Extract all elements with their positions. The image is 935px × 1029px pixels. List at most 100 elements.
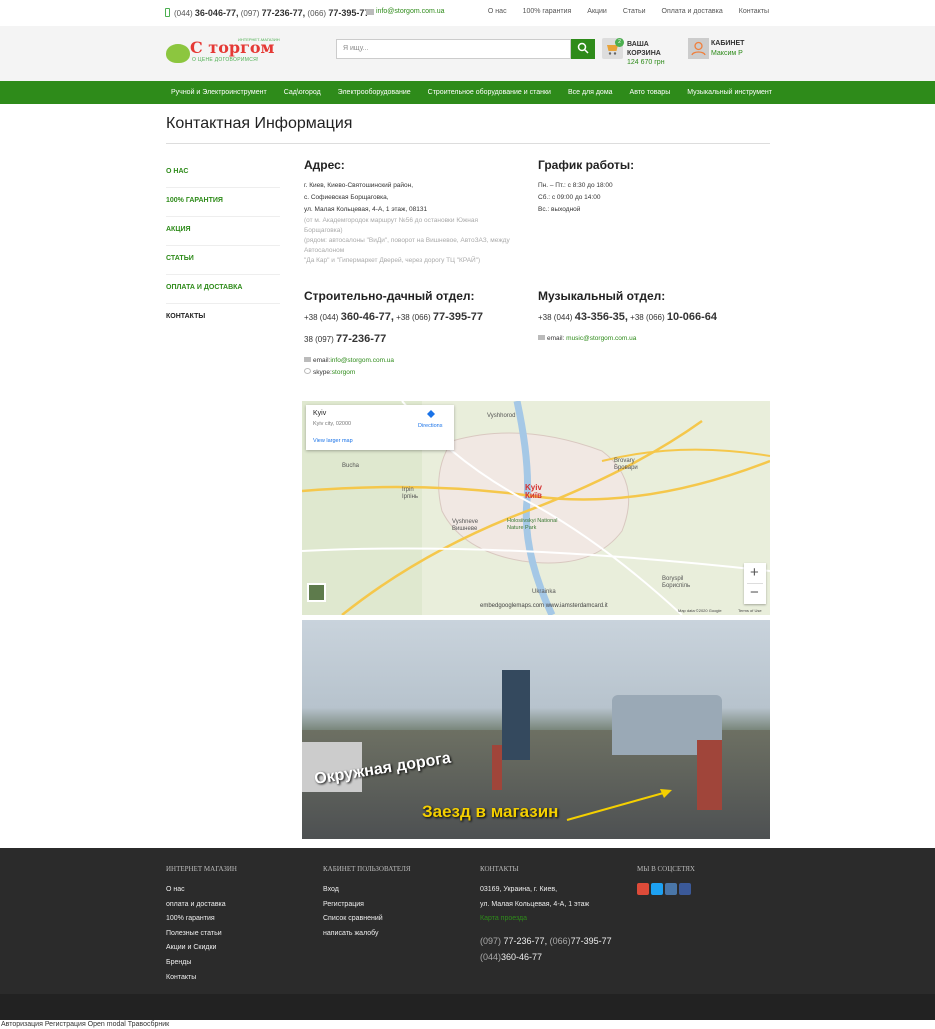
- phone-number[interactable]: 77-236-77: [336, 333, 386, 345]
- nav-item-construction[interactable]: Строительное оборудование и станки: [428, 89, 551, 96]
- phone-number[interactable]: 77-395-77: [571, 936, 612, 946]
- footer-link-login[interactable]: Вход: [323, 883, 411, 898]
- address-note: "Да Кар" и "Гипермаркет Дверей, через до…: [304, 257, 481, 264]
- top-link-articles[interactable]: Статьи: [623, 8, 646, 15]
- address-line: ул. Малая Кольцевая, 4-А, 1 этаж, 08131: [304, 206, 428, 213]
- map-place: Вишневе: [452, 526, 478, 532]
- footer-address-line: 03169, Украина, г. Киев,: [480, 886, 558, 893]
- phone-number[interactable]: 77-236-77,: [504, 936, 548, 946]
- address-note: (рядом: автосалоны "ВиДи", поворот на Ви…: [304, 237, 510, 244]
- footer-link-sales[interactable]: Акции и Скидки: [166, 941, 237, 956]
- photo-gate-pillar: [492, 745, 502, 790]
- phone-code: (097): [480, 935, 502, 946]
- divider: [166, 143, 770, 144]
- footer-link-about[interactable]: О нас: [166, 883, 237, 898]
- skype-link[interactable]: storgom: [332, 369, 355, 376]
- user-icon[interactable]: [688, 38, 709, 59]
- google-plus-icon[interactable]: [637, 883, 649, 895]
- construction-phones-row: +38 (044) 360-46-77, +38 (066) 77-395-77: [304, 311, 483, 323]
- music-email-link[interactable]: music@storgom.com.ua: [566, 335, 636, 342]
- phone-number[interactable]: 77-395-77: [328, 8, 369, 18]
- sidebar-item-sale[interactable]: Акция: [166, 217, 280, 246]
- map-larger-link[interactable]: View larger map: [313, 438, 353, 444]
- music-title: Музыкальный отдел:: [538, 289, 666, 303]
- sidebar-item-articles[interactable]: Статьи: [166, 246, 280, 275]
- photo-caption-entrance: Заезд в магазин: [422, 802, 559, 821]
- search-button[interactable]: [571, 39, 595, 59]
- construction-email-link[interactable]: info@storgom.com.ua: [330, 357, 394, 364]
- top-link-delivery[interactable]: Оплата и доставка: [662, 8, 723, 15]
- phone-number[interactable]: 36-046-77,: [195, 8, 239, 18]
- directions-link[interactable]: Directions: [418, 423, 442, 429]
- top-link-contacts[interactable]: Контакты: [739, 8, 769, 15]
- email-label: email:: [547, 335, 565, 342]
- footer-link-articles[interactable]: Полезные статьи: [166, 927, 237, 942]
- directions-icon[interactable]: [427, 410, 435, 419]
- cart-label[interactable]: ВАША КОРЗИНА: [627, 40, 661, 58]
- logo-mascot-icon[interactable]: [166, 44, 190, 63]
- phone-number[interactable]: 77-395-77: [433, 311, 483, 323]
- map-place: Boryspil: [662, 576, 684, 582]
- sidebar-item-guarantee[interactable]: 100% гарантия: [166, 188, 280, 217]
- twitter-icon[interactable]: [651, 883, 663, 895]
- map-satellite-toggle[interactable]: [307, 583, 326, 602]
- music-phones-row: +38 (044) 43-356-35, +38 (066) 10-066-64: [538, 311, 717, 323]
- search-input[interactable]: Я ищу...: [336, 39, 571, 59]
- phone-code: +38 (044): [538, 313, 573, 322]
- nav-item-auto[interactable]: Авто товары: [630, 89, 671, 96]
- top-bar: (044) 36-046-77, (097) 77-236-77, (066) …: [0, 0, 935, 26]
- nav-item-home[interactable]: Все для дома: [568, 89, 613, 96]
- map-card-title: Kyiv: [313, 410, 327, 417]
- footer-link-brands[interactable]: Бренды: [166, 956, 237, 971]
- map-place: Vyshneve: [452, 519, 479, 525]
- footer-link-delivery[interactable]: оплата и доставка: [166, 898, 237, 913]
- top-link-guarantee[interactable]: 100% гарантия: [523, 8, 572, 15]
- nav-item-electro[interactable]: Электрооборудование: [338, 89, 411, 96]
- construction-contacts: email:info@storgom.com.ua skype:storgom: [304, 355, 394, 379]
- phone-number[interactable]: 10-066-64: [667, 311, 717, 323]
- footer-map-link[interactable]: Карта проезда: [480, 912, 612, 927]
- top-link-about[interactable]: О нас: [488, 8, 507, 15]
- main-nav: Ручной и Электроинструмент Сад\огород Эл…: [0, 81, 935, 104]
- sidebar-item-contacts[interactable]: Контакты: [166, 304, 280, 333]
- schedule-line: Сб.: с 09:00 до 14:00: [538, 194, 601, 201]
- map-card-subtitle: Kyiv city, 02000: [313, 421, 352, 427]
- footer-heading: МЫ В СОЦСЕТЯХ: [637, 865, 695, 873]
- map-city-name: Київ: [525, 491, 542, 500]
- debug-links-strip[interactable]: Авторизация Регистрация Open modal Траво…: [0, 1020, 935, 1029]
- map-terms-link[interactable]: Terms of Use: [738, 608, 762, 613]
- sidebar-item-delivery[interactable]: Оплата и доставка: [166, 275, 280, 304]
- nav-item-music[interactable]: Музыкальный инструмент: [687, 89, 772, 96]
- footer-link-guarantee[interactable]: 100% гарантия: [166, 912, 237, 927]
- page-title: Контактная Информация: [166, 115, 353, 132]
- zoom-in-button[interactable]: +: [750, 564, 759, 581]
- phone-number[interactable]: 360-46-77,: [341, 311, 394, 323]
- nav-item-tools[interactable]: Ручной и Электроинструмент: [171, 89, 267, 96]
- sidebar-item-about[interactable]: О нас: [166, 159, 280, 188]
- address-note: (от м. Академгородок маршрут №56 до оста…: [304, 217, 478, 224]
- map-embed-credit[interactable]: embedgooglemaps.com www.iamsterdamcard.i…: [480, 603, 608, 609]
- top-email-link[interactable]: info@storgom.com.ua: [376, 8, 445, 15]
- phone-code: 38 (097): [304, 335, 334, 344]
- facebook-icon[interactable]: [679, 883, 691, 895]
- phone-number[interactable]: 43-356-35,: [575, 311, 628, 323]
- cabinet-user[interactable]: Максим Р: [711, 50, 743, 57]
- footer-link-contacts[interactable]: Контакты: [166, 971, 237, 986]
- footer-link-compare[interactable]: Список сравнений: [323, 912, 411, 927]
- map-city-label: Kyiv Київ: [525, 484, 542, 500]
- nav-item-garden[interactable]: Сад\огород: [284, 89, 321, 96]
- vk-icon[interactable]: [665, 883, 677, 895]
- phone-number[interactable]: 77-236-77,: [262, 8, 306, 18]
- footer-link-complaint[interactable]: написать жалобу: [323, 927, 411, 942]
- top-link-sales[interactable]: Акции: [587, 8, 607, 15]
- cabinet-label[interactable]: КАБИНЕТ: [711, 40, 744, 47]
- map-place: Бориспіль: [662, 583, 691, 589]
- footer-link-register[interactable]: Регистрация: [323, 898, 411, 913]
- map-place: Irpin: [402, 487, 414, 493]
- phone-number[interactable]: 360-46-77: [501, 952, 542, 962]
- logo[interactable]: С торгом: [190, 38, 274, 57]
- skype-icon: [304, 368, 311, 374]
- footer-shop-column: ИНТЕРНЕТ МАГАЗИН О нас оплата и доставка…: [166, 865, 237, 985]
- music-contacts: email: music@storgom.com.ua: [538, 333, 636, 345]
- zoom-out-button[interactable]: −: [750, 584, 759, 601]
